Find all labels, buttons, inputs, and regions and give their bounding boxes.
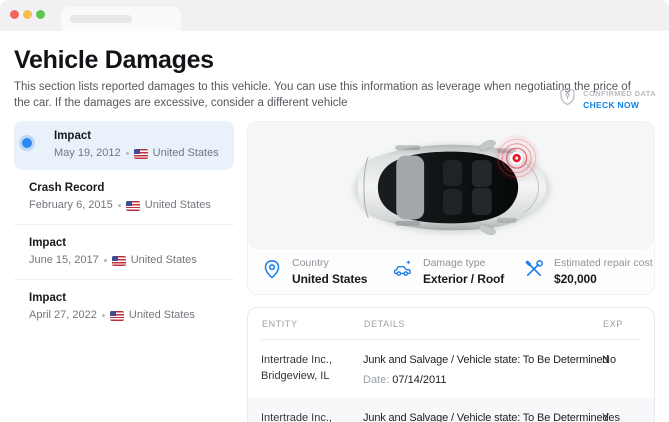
stat-value: Exterior / Roof: [423, 272, 505, 286]
shield-icon: [559, 87, 576, 111]
tab-title-placeholder: [70, 15, 132, 23]
damage-detail-panel: Country United States Damage type Exterior …: [247, 121, 655, 422]
browser-window: Vehicle Damages This section lists repor…: [0, 0, 669, 422]
column-header: ENTITY: [262, 319, 298, 329]
damage-stats-row: Country United States Damage type Exterior …: [248, 249, 654, 294]
damaged-car-icon: [392, 258, 414, 280]
confirmed-data-badge: CONFIRMED DATA CHECK NOW: [559, 87, 656, 111]
record-country: United States: [130, 254, 197, 266]
table-row: Intertrade Inc., Bridgeview, IL Junk and S…: [248, 340, 654, 398]
column-header: DETAILS: [364, 319, 406, 329]
entity-cell: Intertrade Inc., Bridgeview, IL: [261, 352, 363, 387]
entity-line: Bridgeview, IL: [261, 370, 330, 382]
entity-cell: Intertrade Inc.,: [261, 410, 363, 422]
exp-cell: Yes: [602, 412, 620, 422]
repair-tools-icon: [523, 258, 545, 280]
damage-record-item[interactable]: Impact June 15, 2017 United States: [14, 225, 234, 280]
details-cell: Junk and Salvage / Vehicle state: To Be …: [363, 410, 609, 422]
record-date: May 19, 2012: [54, 147, 121, 159]
damage-records-list: Impact May 19, 2012 United States Crash Rec…: [14, 121, 234, 422]
damage-record-item[interactable]: Impact April 27, 2022 United States: [14, 280, 234, 334]
window-controls: [10, 10, 45, 19]
stat-label: Damage type: [423, 257, 486, 269]
stat-label: Country: [292, 257, 329, 269]
record-country: United States: [152, 147, 219, 159]
separator-dot-icon: [117, 204, 121, 207]
details-cell: Junk and Salvage / Vehicle state: To Be …: [363, 352, 609, 387]
details-text: Junk and Salvage / Vehicle state: To Be …: [363, 354, 609, 366]
damage-records-table: ENTITY DETAILS EXP Intertrade Inc., Bridgev…: [247, 307, 655, 422]
confirmed-data-label: CONFIRMED DATA: [583, 88, 656, 98]
damage-stat: Country United States: [261, 257, 392, 286]
record-date: June 15, 2017: [29, 254, 99, 266]
details-date-row: Date: 07/14/2011: [363, 373, 602, 387]
us-flag-icon: [133, 148, 148, 159]
minimize-window-button[interactable]: [23, 10, 32, 19]
record-meta: April 27, 2022 United States: [29, 309, 222, 322]
date-value: 07/14/2011: [392, 374, 447, 386]
damage-record-item[interactable]: Crash Record February 6, 2015 United State…: [14, 170, 234, 225]
separator-dot-icon: [103, 259, 107, 262]
us-flag-icon: [109, 310, 124, 321]
page-title: Vehicle Damages: [14, 46, 214, 74]
record-date: February 6, 2015: [29, 199, 113, 211]
zoom-window-button[interactable]: [36, 10, 45, 19]
separator-dot-icon: [101, 314, 105, 317]
stat-label: Estimated repair cost: [554, 257, 653, 269]
details-text: Junk and Salvage / Vehicle state: To Be …: [363, 412, 609, 422]
damage-marker[interactable]: [493, 135, 540, 182]
record-title: Crash Record: [29, 182, 105, 194]
record-title: Impact: [54, 130, 92, 142]
selected-radio-icon: [22, 138, 32, 148]
exp-cell: No: [602, 354, 617, 366]
record-meta: June 15, 2017 United States: [29, 254, 222, 267]
browser-tab[interactable]: [61, 7, 181, 31]
damage-stat: Damage type Exterior / Roof: [392, 257, 523, 286]
record-meta: May 19, 2012 United States: [54, 147, 222, 160]
entity-line: Intertrade Inc.,: [261, 412, 332, 422]
separator-dot-icon: [125, 152, 129, 155]
damage-record-item[interactable]: Impact May 19, 2012 United States: [14, 121, 234, 170]
column-header: EXP: [603, 319, 623, 329]
table-row: Intertrade Inc., Junk and Salvage / Vehic…: [248, 398, 654, 422]
table-header-row: ENTITY DETAILS EXP: [261, 308, 641, 340]
record-title: Impact: [29, 237, 67, 249]
date-label: Date:: [363, 374, 390, 386]
entity-line: Intertrade Inc.,: [261, 354, 332, 366]
car-illustration: [353, 135, 551, 235]
car-damage-card: Country United States Damage type Exterior …: [247, 121, 655, 295]
location-pin-icon: [261, 258, 283, 280]
browser-chrome: [0, 0, 669, 31]
stat-value: United States: [292, 272, 368, 286]
record-country: United States: [128, 309, 195, 321]
record-title: Impact: [29, 292, 67, 304]
car-top-view: [248, 122, 654, 249]
us-flag-icon: [111, 255, 126, 266]
stat-value: $20,000: [554, 272, 597, 286]
damage-stat: Estimated repair cost $20,000: [523, 257, 654, 286]
check-now-link[interactable]: CHECK NOW: [583, 100, 656, 110]
close-window-button[interactable]: [10, 10, 19, 19]
record-date: April 27, 2022: [29, 309, 97, 321]
record-country: United States: [144, 199, 211, 211]
us-flag-icon: [125, 200, 140, 211]
record-meta: February 6, 2015 United States: [29, 199, 222, 212]
